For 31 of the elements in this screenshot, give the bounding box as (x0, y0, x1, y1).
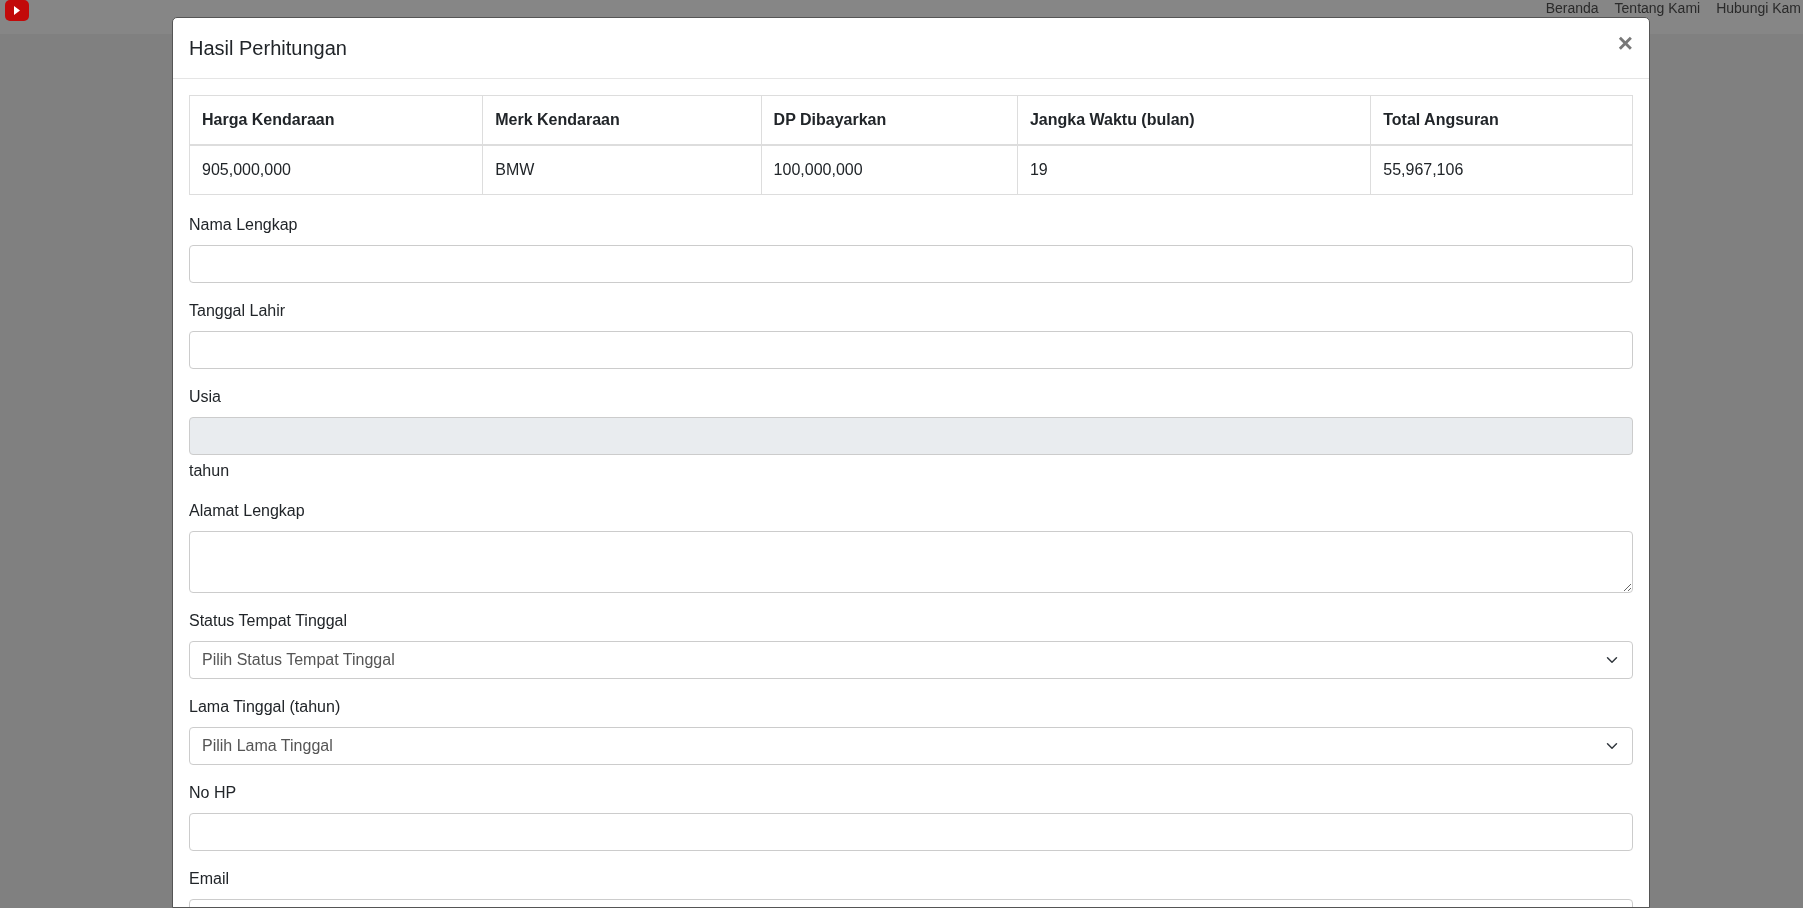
field-label: Usia (189, 387, 221, 407)
nav-link-item[interactable]: Hubungi Kam (1716, 0, 1801, 16)
unit-text: tahun (189, 461, 231, 481)
field-label: Nama Lengkap (189, 215, 298, 235)
close-button[interactable]: × (1617, 33, 1633, 53)
nav-link-item[interactable]: Tentang Kami (1614, 0, 1701, 16)
nav-link-item[interactable]: Beranda (1545, 0, 1599, 16)
table-cell: BMW (482, 145, 762, 195)
field-label: No HP (189, 783, 237, 803)
modal-title: Hasil Perhitungan (189, 36, 347, 61)
field-label: Email (189, 869, 229, 889)
column-header: DP Dibayarkan (761, 95, 1018, 145)
column-header: Harga Kendaraan (189, 95, 483, 145)
field-label: Alamat Lengkap (189, 501, 305, 521)
column-header: Jangka Waktu (bulan) (1017, 95, 1371, 145)
textarea-field[interactable] (189, 531, 1633, 593)
input-field[interactable] (189, 331, 1633, 369)
table-cell: 100,000,000 (761, 145, 1018, 195)
table-cell: 19 (1017, 145, 1371, 195)
input-field[interactable] (189, 813, 1633, 851)
field-label: Lama Tinggal (tahun) (189, 697, 341, 717)
field-label: Status Tempat Tinggal (189, 611, 348, 631)
select-field[interactable]: Pilih Status Tempat Tinggal (189, 641, 1633, 679)
logo-icon (5, 0, 29, 21)
table-cell: 55,967,106 (1370, 145, 1633, 195)
field-label: Tanggal Lahir (189, 301, 286, 321)
column-header: Merk Kendaraan (482, 95, 762, 145)
input-field[interactable] (189, 245, 1633, 283)
table-cell: 905,000,000 (189, 145, 483, 195)
select-field[interactable]: Pilih Lama Tinggal (189, 727, 1633, 765)
column-header: Total Angsuran (1370, 95, 1633, 145)
